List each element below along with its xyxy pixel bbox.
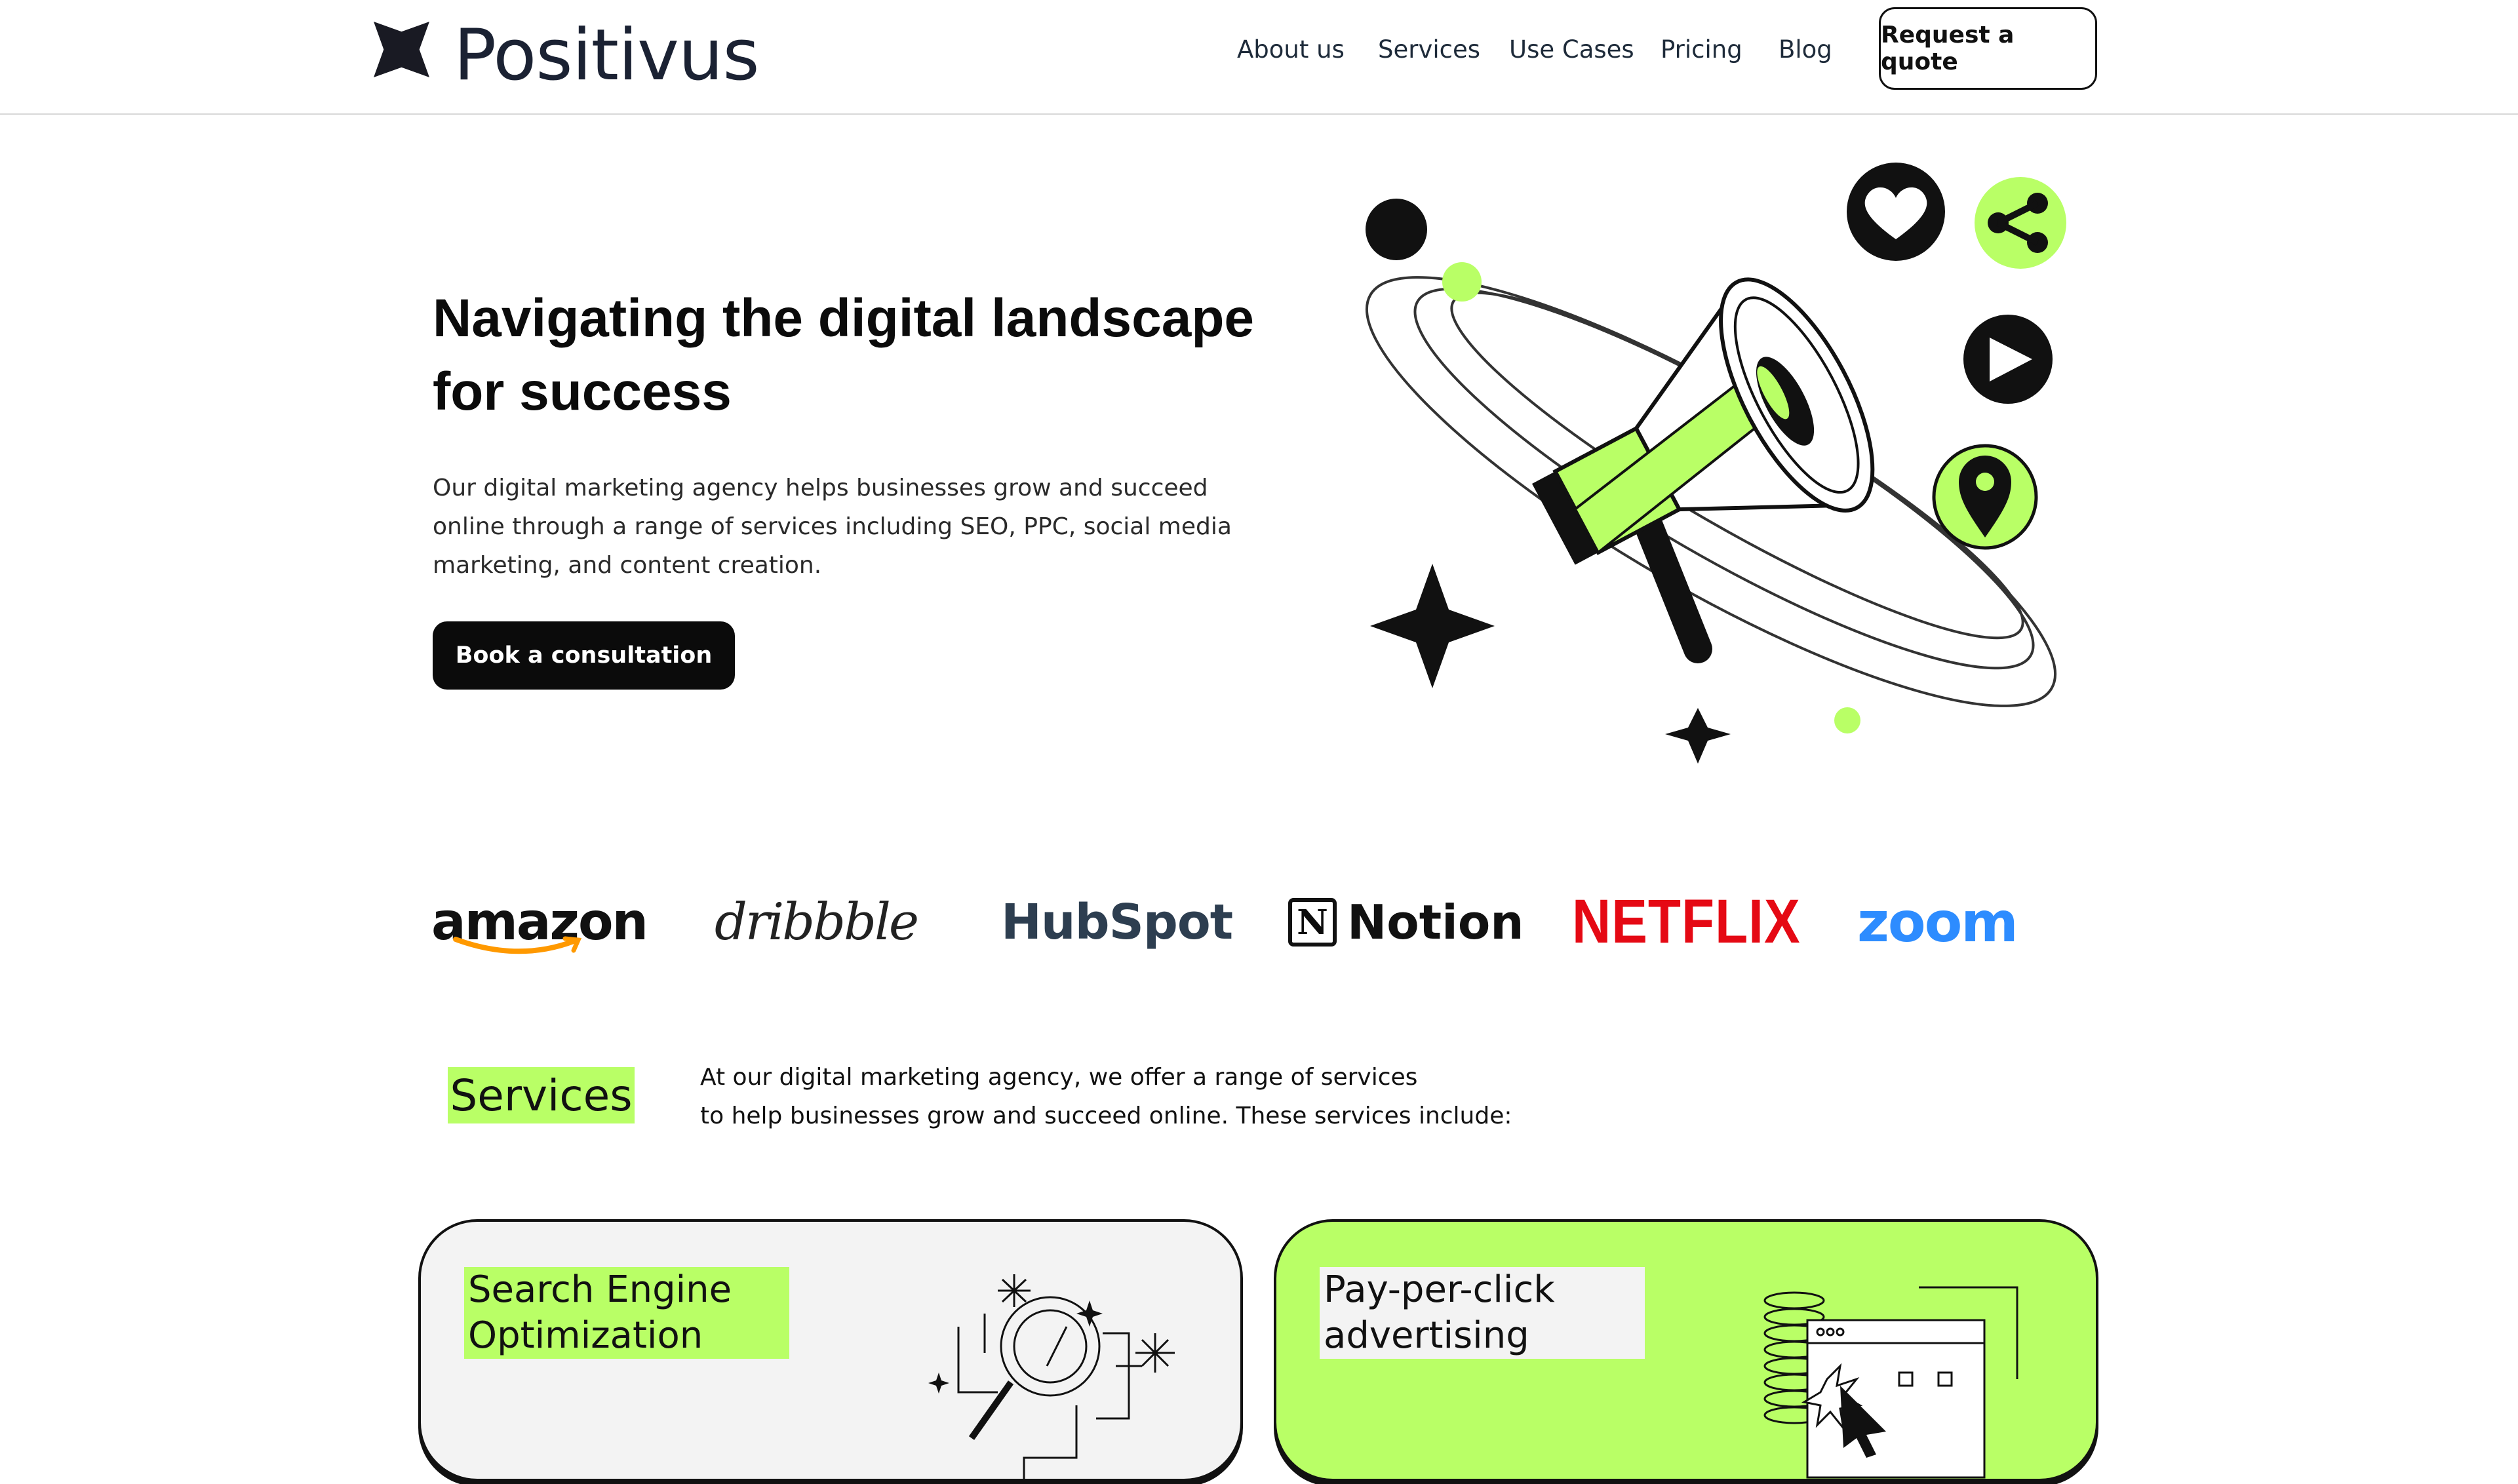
hero-title: Navigating the digital landscape for suc… (433, 282, 1285, 429)
site-header: Positivus About us Services Use Cases Pr… (0, 0, 2518, 115)
service-card-label-line-1: Pay-per-click (1324, 1268, 1555, 1311)
services-description-line-2: to help businesses grow and succeed onli… (700, 1103, 1512, 1129)
sparkle-icon (1370, 564, 1495, 688)
services-heading: Services (448, 1067, 635, 1123)
notion-logo-text: Notion (1347, 895, 1524, 950)
star-logo-icon[interactable] (374, 22, 429, 77)
cursor-click-illustration (1763, 1286, 2018, 1479)
amazon-smile-icon (453, 936, 582, 954)
services-description: At our digital marketing agency, we offe… (700, 1058, 1552, 1135)
play-icon (1963, 315, 2053, 404)
service-card-label-line-1: Search Engine (468, 1268, 732, 1311)
nav-pricing[interactable]: Pricing (1661, 35, 1742, 64)
nav-use-cases[interactable]: Use Cases (1509, 35, 1634, 64)
service-card-label: Search Engine Optimization (464, 1267, 789, 1359)
book-consultation-button[interactable]: Book a consultation (433, 621, 735, 690)
heart-icon (1847, 163, 1945, 261)
hubspot-logo: HubSpot (1001, 894, 1233, 950)
share-icon (1975, 177, 2066, 269)
megaphone-illustration (1366, 163, 2066, 764)
service-card-ppc[interactable]: Pay-per-click advertising (1274, 1219, 2098, 1481)
service-card-label-line-2: Optimization (468, 1314, 703, 1357)
notion-logo: N Notion (1288, 886, 1524, 958)
netflix-logo: NETFLIX (1572, 888, 1801, 956)
brand-name[interactable]: Positivus (454, 13, 760, 98)
services-description-line-1: At our digital marketing agency, we offe… (700, 1064, 1418, 1091)
zoom-logo: zoom (1857, 890, 2018, 954)
black-dot (1366, 199, 1427, 260)
hero-description: Our digital marketing agency helps busin… (433, 475, 1232, 579)
hero-title-line-1: Navigating the digital landscape (433, 288, 1255, 348)
location-pin-icon (1932, 444, 2038, 550)
dribbble-logo: dribbble (715, 893, 919, 952)
service-card-label-line-2: advertising (1324, 1314, 1529, 1357)
service-card-label: Pay-per-click advertising (1320, 1267, 1645, 1359)
service-card-seo[interactable]: Search Engine Optimization (418, 1219, 1243, 1484)
notion-mark-icon: N (1288, 898, 1337, 947)
nav-services[interactable]: Services (1378, 35, 1480, 64)
magnifier-illustration (928, 1274, 1175, 1484)
request-quote-button[interactable]: Request a quote (1879, 7, 2097, 90)
nav-about-us[interactable]: About us (1237, 35, 1345, 64)
nav-blog[interactable]: Blog (1779, 35, 1832, 64)
hero-title-line-2: for success (433, 362, 732, 421)
